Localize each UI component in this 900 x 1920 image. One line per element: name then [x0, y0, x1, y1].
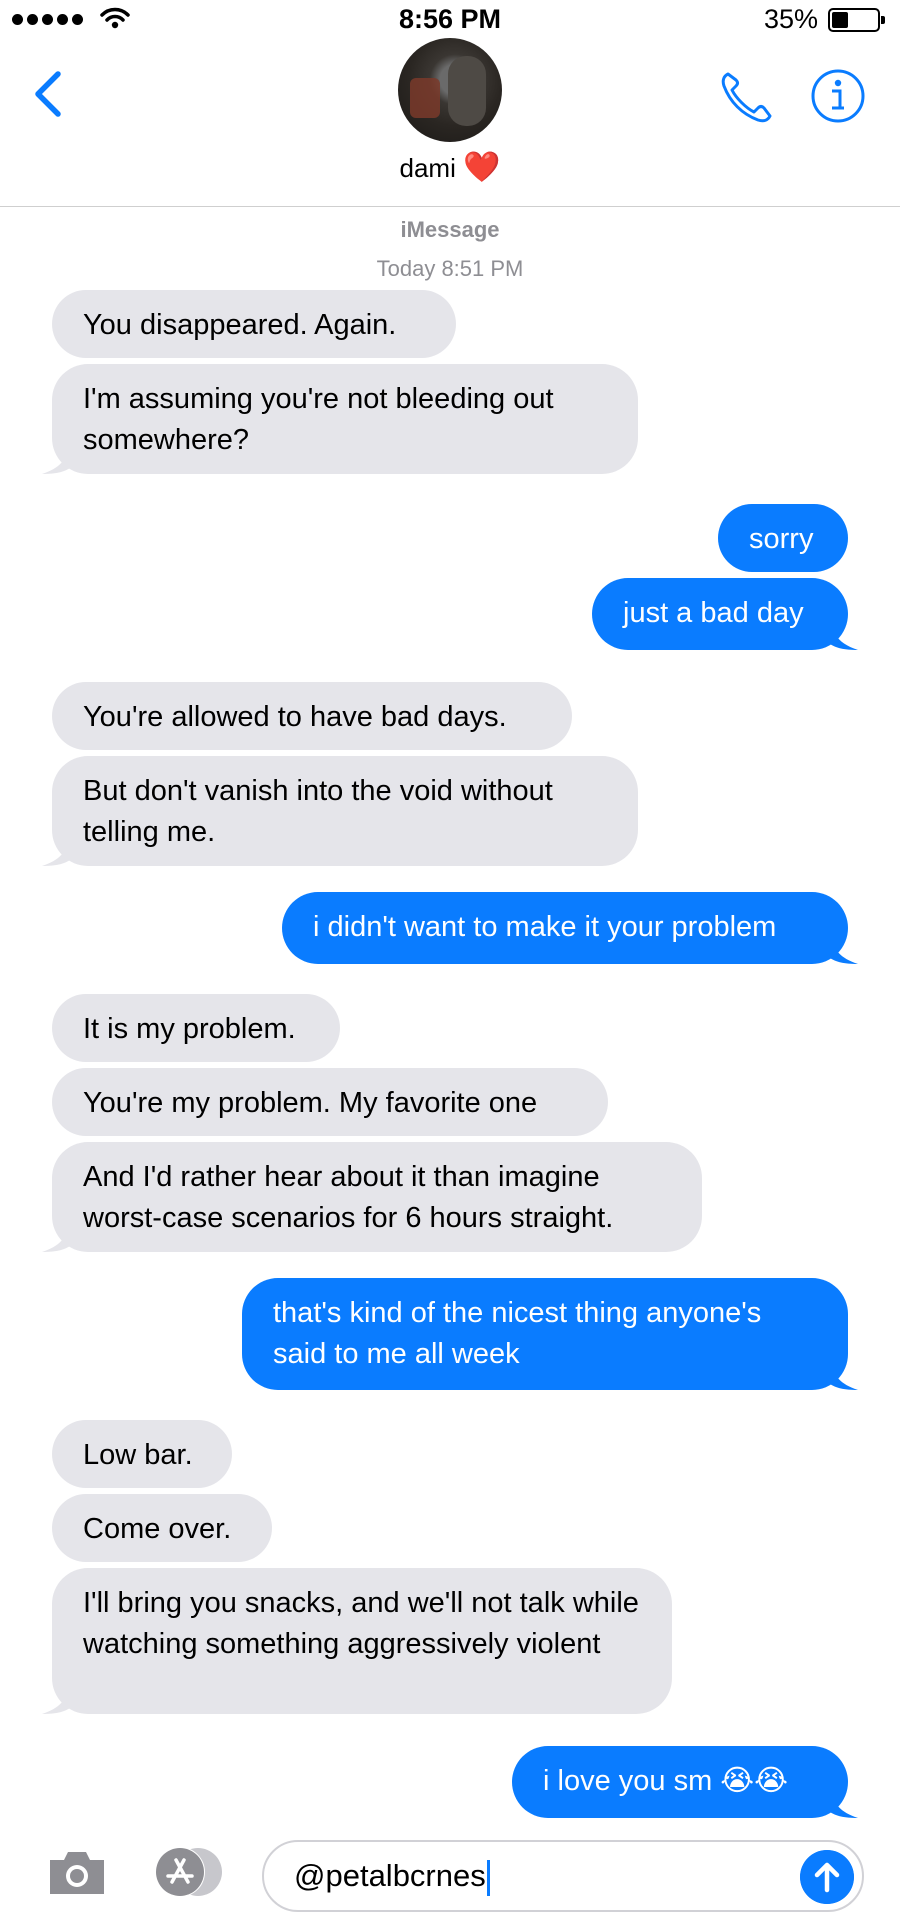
- battery-icon: [828, 8, 885, 32]
- message-bubble-incoming[interactable]: You disappeared. Again.: [52, 290, 456, 358]
- chevron-left-icon[interactable]: [30, 68, 66, 120]
- phone-icon[interactable]: [718, 68, 776, 124]
- status-bar: 8:56 PM 35%: [0, 0, 900, 38]
- message-bubble-incoming[interactable]: It is my problem.: [52, 994, 340, 1062]
- message-bubble-incoming[interactable]: And I'd rather hear about it than imagin…: [42, 1142, 702, 1252]
- message-composer: @petalbcrnes: [0, 1820, 900, 1920]
- heart-emoji: ❤️: [463, 151, 501, 184]
- contact-name[interactable]: dami ❤️: [0, 150, 900, 185]
- service-label: iMessage: [400, 217, 500, 242]
- message-bubble-outgoing[interactable]: sorry: [718, 504, 848, 572]
- message-bubble-incoming[interactable]: I'll bring you snacks, and we'll not tal…: [42, 1568, 672, 1714]
- message-bubble-incoming[interactable]: But don't vanish into the void without t…: [42, 756, 638, 866]
- conversation-header: dami ❤️: [0, 38, 900, 207]
- message-bubble-incoming[interactable]: Come over.: [52, 1494, 272, 1562]
- message-input[interactable]: @petalbcrnes: [262, 1840, 864, 1912]
- thread-timestamp: Today 8:51 PM: [376, 256, 524, 281]
- message-bubble-outgoing[interactable]: just a bad day: [592, 578, 858, 650]
- send-arrow-icon[interactable]: [800, 1850, 854, 1904]
- message-input-value: @petalbcrnes: [294, 1858, 486, 1893]
- message-bubble-incoming[interactable]: You're allowed to have bad days.: [52, 682, 572, 750]
- contact-avatar[interactable]: [398, 38, 502, 142]
- text-caret: [486, 1859, 490, 1896]
- message-bubble-incoming[interactable]: You're my problem. My favorite one: [52, 1068, 608, 1136]
- battery-percent: 35%: [763, 4, 818, 34]
- message-bubble-outgoing[interactable]: i love you sm 😭😭: [512, 1746, 858, 1818]
- app-store-icon[interactable]: [150, 1846, 224, 1898]
- info-icon[interactable]: [810, 68, 866, 124]
- camera-icon[interactable]: [46, 1848, 108, 1898]
- message-bubble-outgoing[interactable]: that's kind of the nicest thing anyone's…: [242, 1278, 858, 1390]
- message-bubble-incoming[interactable]: Low bar.: [52, 1420, 232, 1488]
- message-bubble-incoming[interactable]: I'm assuming you're not bleeding out som…: [42, 364, 638, 474]
- message-bubble-outgoing[interactable]: i didn't want to make it your problem: [282, 892, 858, 964]
